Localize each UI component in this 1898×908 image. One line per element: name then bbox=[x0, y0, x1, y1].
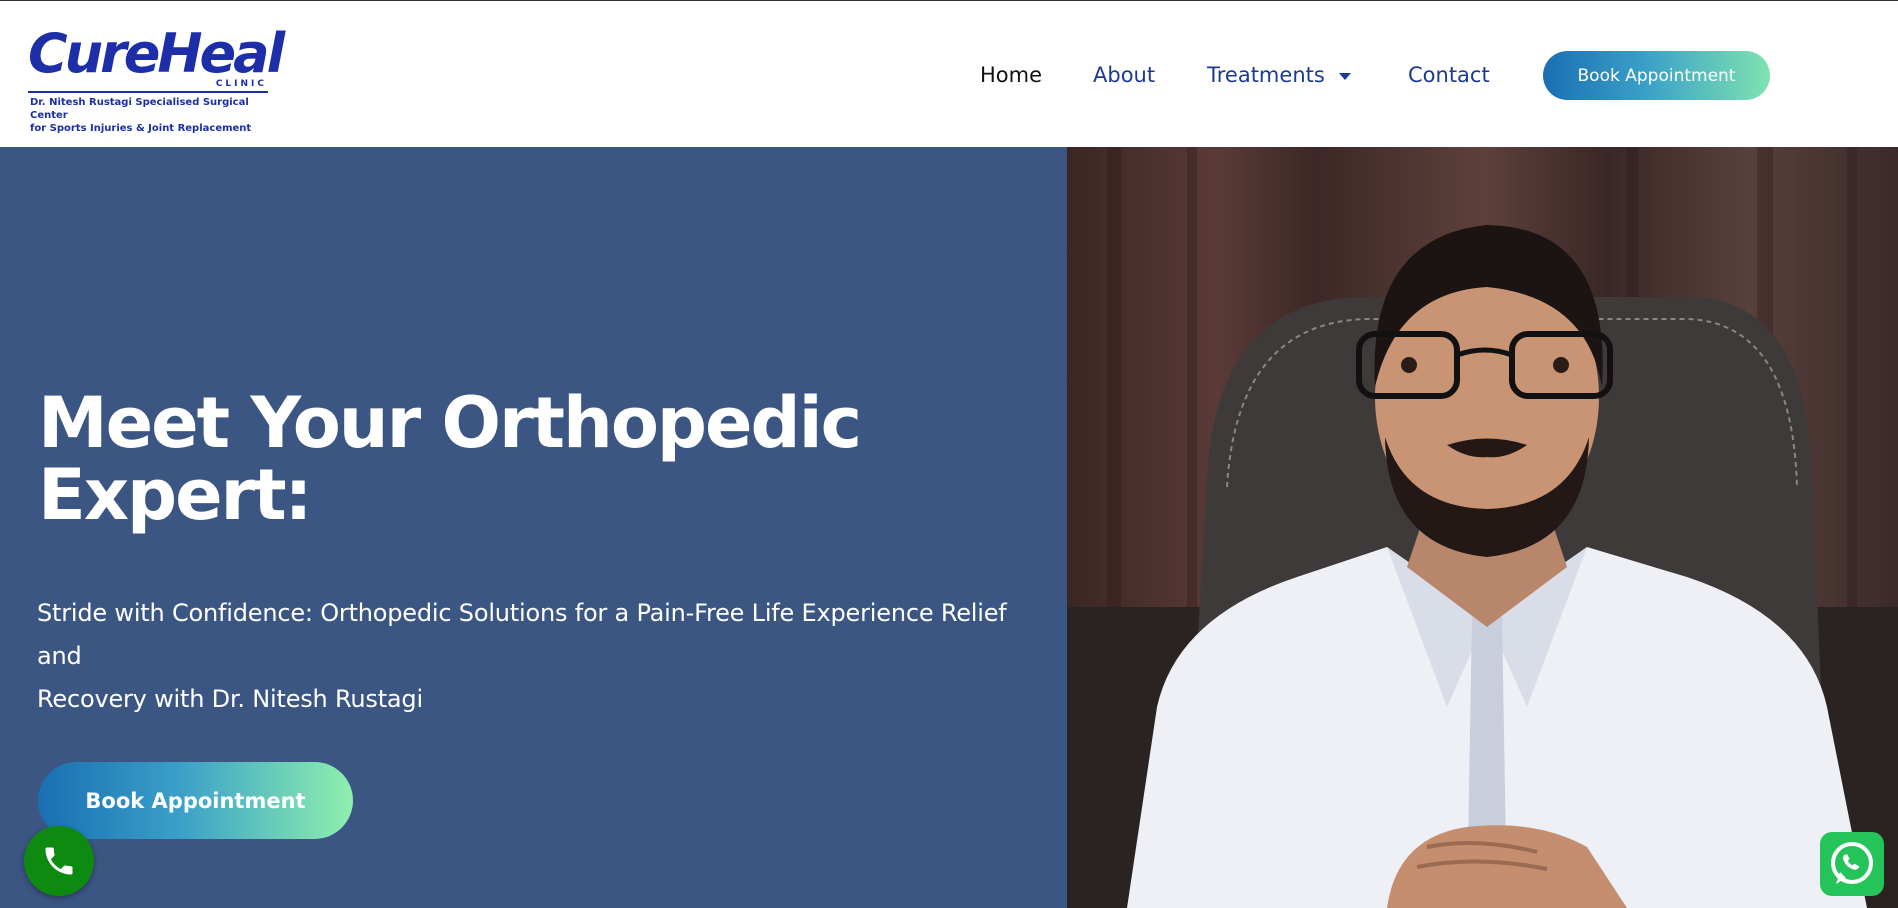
caret-down-icon bbox=[1338, 72, 1351, 80]
site-header: CureHeal CLINIC Dr. Nitesh Rustagi Speci… bbox=[0, 0, 1898, 147]
logo-tagline: Dr. Nitesh Rustagi Specialised Surgical … bbox=[30, 96, 275, 135]
whatsapp-button[interactable] bbox=[1820, 832, 1884, 896]
doctor-photo bbox=[1067, 147, 1898, 908]
hero-title-line2: Expert: bbox=[38, 454, 313, 536]
hero-book-appointment-button[interactable]: Book Appointment bbox=[38, 762, 353, 839]
logo-divider bbox=[28, 91, 268, 93]
logo-wordmark: CureHeal bbox=[28, 22, 285, 85]
hero-section: Meet Your Orthopedic Expert: Stride with… bbox=[0, 147, 1067, 908]
logo-tagline-line2: for Sports Injuries & Joint Replacement bbox=[30, 123, 252, 134]
logo-sub: CLINIC bbox=[215, 79, 267, 89]
whatsapp-icon bbox=[1831, 842, 1873, 884]
nav-about[interactable]: About bbox=[1093, 57, 1155, 93]
hero-title-line1: Meet Your Orthopedic bbox=[38, 382, 862, 464]
phone-icon bbox=[45, 847, 73, 875]
hero-subtitle: Stride with Confidence: Orthopedic Solut… bbox=[37, 592, 1057, 721]
hero-title: Meet Your Orthopedic Expert: bbox=[38, 387, 1038, 531]
nav-treatments[interactable]: Treatments bbox=[1207, 57, 1351, 93]
call-button[interactable] bbox=[24, 826, 94, 896]
brand-logo[interactable]: CureHeal CLINIC Dr. Nitesh Rustagi Speci… bbox=[28, 27, 285, 134]
logo-tagline-line1: Dr. Nitesh Rustagi Specialised Surgical … bbox=[30, 97, 249, 121]
header-book-appointment-button[interactable]: Book Appointment bbox=[1543, 51, 1770, 100]
nav-contact[interactable]: Contact bbox=[1408, 57, 1490, 93]
nav-home[interactable]: Home bbox=[980, 57, 1042, 93]
hero-subtitle-line1: Stride with Confidence: Orthopedic Solut… bbox=[37, 599, 1007, 670]
doctor-illustration bbox=[1067, 147, 1898, 908]
nav-treatments-label: Treatments bbox=[1207, 63, 1325, 87]
hero-subtitle-line2: Recovery with Dr. Nitesh Rustagi bbox=[37, 685, 423, 713]
